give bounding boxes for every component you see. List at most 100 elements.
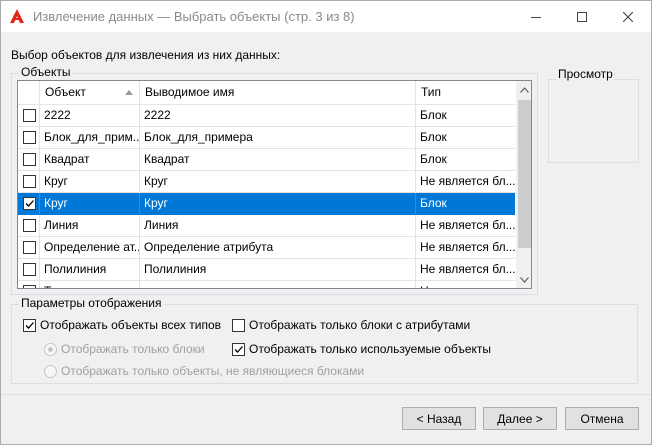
cell-type: Не является бл... (420, 218, 515, 232)
list-rows: 2222 2222 Блок Блок_для_прим... Блок_для_при… (18, 105, 515, 288)
next-button[interactable]: Далее > (483, 407, 557, 430)
close-button[interactable] (605, 1, 651, 32)
scroll-up-arrow[interactable] (516, 81, 531, 98)
preview-label: Просмотр (556, 67, 615, 81)
scroll-down-arrow[interactable] (516, 271, 531, 288)
cell-display-name: Круг (140, 193, 416, 214)
show-blocks-only-label: Отображать только блоки (61, 342, 205, 356)
row-checkbox-cell (18, 105, 40, 126)
row-checkbox[interactable] (23, 219, 36, 232)
row-checkbox[interactable] (23, 197, 36, 210)
row-checkbox-cell (18, 193, 40, 214)
cell-type: Не является бл... (420, 240, 515, 254)
list-header: Объект Выводимое имя Тип (18, 81, 515, 105)
radio-circle (44, 342, 57, 356)
display-options-label: Параметры отображения (19, 296, 164, 310)
cell-type: Блок (420, 130, 447, 144)
row-checkbox-cell (18, 281, 40, 288)
header-display-name[interactable]: Выводимое имя (140, 81, 416, 104)
cell-object: Полилиния (40, 259, 140, 280)
used-objects-checkbox[interactable]: Отображать только используемые объекты (232, 342, 491, 356)
cell-object: Определение ат... (40, 237, 140, 258)
cell-object: 2222 (40, 105, 140, 126)
cell-display-name: Определение атрибута (140, 237, 416, 258)
close-icon (623, 11, 633, 22)
row-checkbox[interactable] (23, 109, 36, 122)
cell-type: Не является бл... (420, 174, 515, 188)
window-title: Извлечение данных — Выбрать объекты (стр… (33, 9, 355, 24)
blocks-with-attributes-checkbox[interactable]: Отображать только блоки с атрибутами (232, 318, 470, 332)
title-bar[interactable]: Извлечение данных — Выбрать объекты (стр… (1, 1, 651, 32)
used-objects-label: Отображать только используемые объекты (249, 342, 492, 356)
cell-type: Блок (420, 152, 447, 166)
cell-display-name: Линия (140, 215, 416, 236)
list-vertical-scrollbar[interactable] (515, 81, 531, 288)
table-row[interactable]: Определение ат... Определение атрибута Не … (18, 237, 515, 259)
row-checkbox-cell (18, 127, 40, 148)
cell-display-name: 2222 (140, 105, 416, 126)
button-separator (1, 394, 651, 395)
cell-type: Не является бл... (420, 262, 515, 276)
show-non-blocks-radio[interactable]: Отображать только объекты, не являющиеся… (44, 364, 364, 378)
check-icon (25, 321, 34, 329)
row-checkbox-cell (18, 149, 40, 170)
dialog-window: Извлечение данных — Выбрать объекты (стр… (0, 0, 652, 445)
cell-type: Блок (420, 196, 447, 210)
row-checkbox[interactable] (23, 131, 36, 144)
table-row[interactable]: Т... Н... (18, 281, 515, 288)
chevron-down-icon (520, 276, 529, 283)
row-checkbox-cell (18, 259, 40, 280)
row-checkbox-cell (18, 237, 40, 258)
row-checkbox[interactable] (23, 175, 36, 188)
cell-object: Квадрат (40, 149, 140, 170)
table-row[interactable]: Блок_для_прим... Блок_для_примера Блок (18, 127, 515, 149)
cell-object: Линия (40, 215, 140, 236)
show-non-blocks-label: Отображать только объекты, не являющиеся… (61, 364, 365, 378)
cell-display-name: Круг (140, 171, 416, 192)
minimize-icon (531, 16, 541, 18)
chevron-up-icon (520, 86, 529, 93)
row-checkbox[interactable] (23, 153, 36, 166)
objects-group-label: Объекты (19, 65, 73, 79)
row-checkbox[interactable] (23, 241, 36, 254)
header-object[interactable]: Объект (40, 81, 140, 104)
cell-type: Н... (416, 281, 515, 288)
row-checkbox[interactable] (23, 285, 36, 288)
sort-ascending-icon (125, 90, 133, 95)
cell-display-name (140, 281, 416, 288)
autocad-a-icon (10, 9, 24, 23)
table-row[interactable]: Полилиния Полилиния Не является бл... (18, 259, 515, 281)
maximize-icon (577, 11, 587, 22)
checkbox-box (23, 318, 36, 332)
show-all-types-label: Отображать объекты всех типов (40, 318, 222, 332)
checkbox-box (232, 318, 245, 332)
maximize-button[interactable] (559, 1, 605, 32)
back-button[interactable]: < Назад (402, 407, 476, 430)
show-all-types-checkbox[interactable]: Отображать объекты всех типов (23, 318, 221, 332)
preview-box (548, 79, 639, 163)
radio-circle (44, 364, 57, 378)
cell-object: Т... (40, 281, 140, 288)
show-blocks-only-radio[interactable]: Отображать только блоки (44, 342, 205, 356)
cell-object: Круг (40, 171, 140, 192)
minimize-button[interactable] (513, 1, 559, 32)
objects-list[interactable]: Объект Выводимое имя Тип 2222 2222 Блок Бло… (17, 80, 532, 289)
cell-type: Блок (420, 108, 447, 122)
table-row[interactable]: Круг Круг Блок (18, 193, 515, 215)
table-row[interactable]: Квадрат Квадрат Блок (18, 149, 515, 171)
table-row[interactable]: Линия Линия Не является бл... (18, 215, 515, 237)
selection-prompt: Выбор объектов для извлечения из них дан… (11, 48, 281, 62)
cell-display-name: Квадрат (140, 149, 416, 170)
header-type[interactable]: Тип (416, 81, 515, 104)
header-checkbox-column[interactable] (18, 81, 40, 104)
row-checkbox-cell (18, 171, 40, 192)
scroll-thumb[interactable] (518, 100, 531, 248)
checkbox-box (232, 342, 245, 356)
row-checkbox[interactable] (23, 263, 36, 276)
check-icon (234, 345, 243, 353)
table-row[interactable]: 2222 2222 Блок (18, 105, 515, 127)
table-row[interactable]: Круг Круг Не является бл... (18, 171, 515, 193)
cell-object: Блок_для_прим... (40, 127, 140, 148)
cancel-button[interactable]: Отмена (565, 407, 639, 430)
row-checkbox-cell (18, 215, 40, 236)
